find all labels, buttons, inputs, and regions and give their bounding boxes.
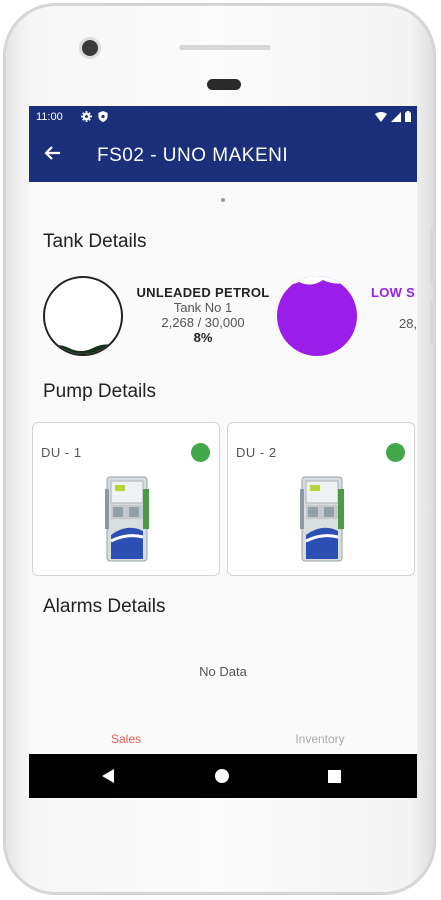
tank-name: LOW S xyxy=(371,285,416,300)
tank-name: UNLEADED PETROL xyxy=(136,285,270,300)
tank-info-1[interactable]: UNLEADED PETROL Tank No 1 2,268 / 30,000… xyxy=(133,285,273,345)
shield-icon xyxy=(98,111,108,125)
app-bar: FS02 - UNO MAKENI xyxy=(29,130,417,182)
tab-sales[interactable]: Sales xyxy=(29,732,223,746)
tank-level-gauge-2[interactable] xyxy=(277,276,357,356)
status-bar: 11:00 xyxy=(29,106,417,130)
gear-icon xyxy=(81,111,92,125)
tank-percent: 8% xyxy=(193,330,213,345)
alarms-details-heading: Alarms Details xyxy=(43,596,166,617)
phone-frame: 11:00 FS02 - UNO MAKENI Tank Details UNL… xyxy=(4,4,435,894)
tank-volume: 28, xyxy=(399,316,417,331)
pump-label: DU - 2 xyxy=(236,445,277,460)
page-title: FS02 - UNO MAKENI xyxy=(97,145,289,166)
signal-icon xyxy=(391,111,401,125)
pump-status-indicator xyxy=(191,443,210,462)
page-indicator-dot xyxy=(221,198,225,202)
system-navigation-bar xyxy=(29,754,417,798)
pump-status-indicator xyxy=(386,443,405,462)
fuel-pump-icon xyxy=(105,476,149,562)
tank-info-2[interactable]: LOW S 28, xyxy=(371,285,417,331)
arrow-back-icon[interactable] xyxy=(43,142,61,168)
pump-card-2[interactable]: DU - 2 xyxy=(227,422,415,576)
bottom-tab-bar: Sales Inventory xyxy=(29,726,417,754)
tank-volume: 2,268 / 30,000 xyxy=(161,315,245,330)
front-camera xyxy=(82,40,98,56)
tank-number xyxy=(371,300,417,316)
volume-button xyxy=(430,226,435,286)
alarms-empty-text: No Data xyxy=(199,664,247,679)
proximity-sensor xyxy=(207,79,241,90)
wifi-icon xyxy=(375,111,387,125)
earpiece-speaker xyxy=(179,45,271,50)
circle-home-icon[interactable] xyxy=(215,769,229,788)
tank-number: Tank No 1 xyxy=(173,300,233,315)
tank-details-heading: Tank Details xyxy=(43,231,147,252)
status-time: 11:00 xyxy=(36,111,63,123)
tank-level-gauge-1[interactable] xyxy=(43,276,123,356)
pump-details-heading: Pump Details xyxy=(43,381,156,402)
battery-icon xyxy=(405,111,411,125)
triangle-back-icon[interactable] xyxy=(102,769,116,788)
square-recents-icon[interactable] xyxy=(328,770,341,788)
app-screen: 11:00 FS02 - UNO MAKENI Tank Details UNL… xyxy=(29,106,417,798)
pump-label: DU - 1 xyxy=(41,445,82,460)
fuel-pump-icon xyxy=(300,476,344,562)
pump-card-1[interactable]: DU - 1 xyxy=(32,422,220,576)
power-button xyxy=(430,300,435,344)
tab-inventory[interactable]: Inventory xyxy=(223,732,417,746)
